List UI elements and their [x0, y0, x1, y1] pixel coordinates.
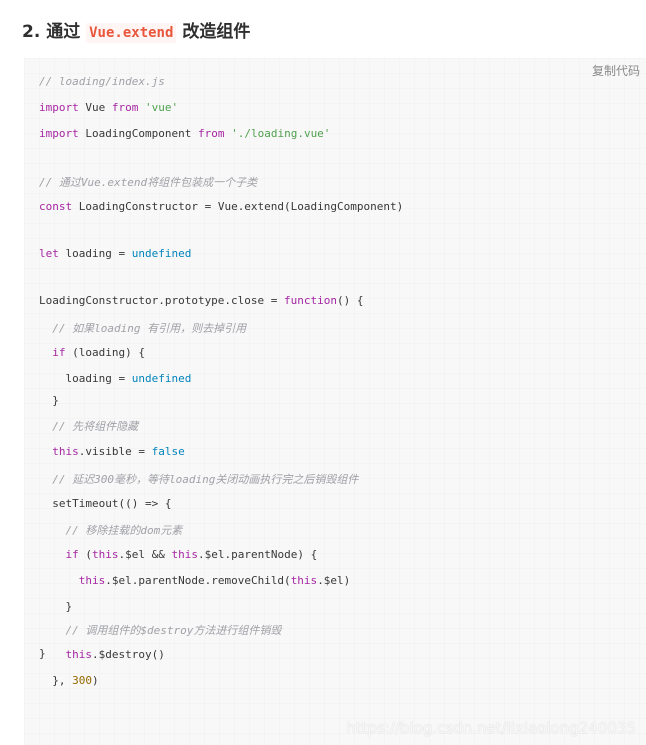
code-token: 300 — [72, 674, 92, 687]
code-line: } — [39, 394, 59, 407]
code-token: }, — [39, 674, 73, 687]
code-token: .$el.parentNode) { — [197, 548, 318, 561]
code-token: ) — [92, 674, 99, 687]
code-token: .$el.parentNode.removeChild( — [105, 574, 291, 587]
code-token: 'vue' — [145, 101, 179, 114]
code-line: this.$el.parentNode.removeChild(this.$el… — [39, 574, 351, 587]
code-token: } — [39, 600, 73, 613]
code-token: this — [92, 548, 119, 561]
code-line: // 先将组件隐藏 — [39, 418, 138, 434]
code-line: if (loading) { — [39, 346, 145, 359]
code-token: (loading) { — [65, 346, 145, 359]
code-token: () { — [337, 294, 364, 307]
code-line: LoadingConstructor.prototype.close = fun… — [39, 294, 364, 307]
code-token: this — [65, 648, 93, 661]
code-token: .$el && — [118, 548, 172, 561]
code-token: this — [52, 445, 79, 458]
code-line: // 通过Vue.extend将组件包装成一个子类 — [39, 174, 257, 190]
code-token: // 延迟300毫秒，等待loading关闭动画执行完之后销毁组件 — [52, 473, 359, 486]
heading-prefix: 2. 通过 — [22, 22, 87, 42]
code-token: .$destroy() — [92, 648, 165, 661]
code-line: }, 300) — [39, 674, 99, 687]
code-line: // 如果loading 有引用，则去掉引用 — [39, 320, 246, 336]
code-token: // 移除挂载的dom元素 — [65, 524, 183, 537]
code-token: from — [197, 127, 225, 140]
heading-suffix: 改造组件 — [176, 22, 251, 42]
code-token: undefined — [131, 247, 192, 260]
code-token: } — [39, 647, 46, 660]
code-token: // 先将组件隐藏 — [52, 420, 139, 433]
code-token: import — [39, 127, 79, 140]
code-line: if (this.$el && this.$el.parentNode) { — [39, 548, 318, 561]
code-token: Vue — [78, 101, 112, 114]
code-token: // 调用组件的$destroy方法进行组件销毁 — [65, 624, 282, 637]
code-token: const — [39, 200, 73, 213]
code-line: loading = undefined — [39, 372, 191, 385]
code-token: // 如果loading 有引用，则去掉引用 — [52, 322, 247, 335]
code-token: LoadingConstructor.prototype.close = — [39, 294, 285, 307]
code-line: this.visible = false — [39, 445, 185, 458]
code-block: 复制代码 // loading/index.js import Vue from … — [24, 58, 646, 745]
code-token: if — [52, 346, 66, 359]
code-line: this.$destroy() — [39, 648, 165, 661]
code-token: .$el) — [317, 574, 351, 587]
code-token: false — [151, 445, 185, 458]
code-token: setTimeout(() => { — [39, 497, 172, 510]
code-token: import — [39, 101, 79, 114]
section-heading: 2. 通过 Vue.extend 改造组件 — [22, 18, 250, 46]
code-token: let — [39, 247, 59, 260]
code-token: this — [78, 574, 106, 587]
code-line: // 移除挂载的dom元素 — [39, 522, 183, 538]
code-token: from — [111, 101, 139, 114]
code-token: './loading.vue' — [231, 127, 331, 140]
code-token: .visible = — [78, 445, 152, 458]
code-line: import Vue from 'vue' — [39, 101, 178, 114]
code-line: import LoadingComponent from './loading.… — [39, 127, 330, 140]
copy-code-button[interactable]: 复制代码 — [592, 62, 640, 79]
code-token: loading = — [39, 372, 132, 385]
code-token: LoadingComponent — [78, 127, 198, 140]
code-token: loading = — [58, 247, 132, 260]
code-token: LoadingConstructor = Vue.extend(LoadingC… — [72, 200, 404, 213]
code-line: const LoadingConstructor = Vue.extend(Lo… — [39, 200, 403, 213]
code-line: } — [39, 647, 46, 660]
code-token: if — [65, 548, 79, 561]
code-line: setTimeout(() => { — [39, 497, 171, 510]
code-line: // 调用组件的$destroy方法进行组件销毁 — [39, 622, 282, 638]
code-token: // 通过Vue.extend将组件包装成一个子类 — [39, 176, 258, 189]
code-token: undefined — [131, 372, 192, 385]
code-token: function — [284, 294, 338, 307]
code-line: } — [39, 600, 72, 613]
code-token: } — [39, 394, 59, 407]
code-line: let loading = undefined — [39, 247, 191, 260]
code-token: this — [290, 574, 318, 587]
heading-inline-code: Vue.extend — [86, 23, 177, 43]
code-line: // 延迟300毫秒，等待loading关闭动画执行完之后销毁组件 — [39, 471, 358, 487]
code-line: // loading/index.js — [39, 75, 165, 88]
code-token: ( — [78, 548, 92, 561]
code-token: // loading/index.js — [39, 75, 165, 88]
code-token: this — [171, 548, 198, 561]
watermark: https://blog.csdn.net/lixiaolong240035 — [346, 719, 636, 737]
